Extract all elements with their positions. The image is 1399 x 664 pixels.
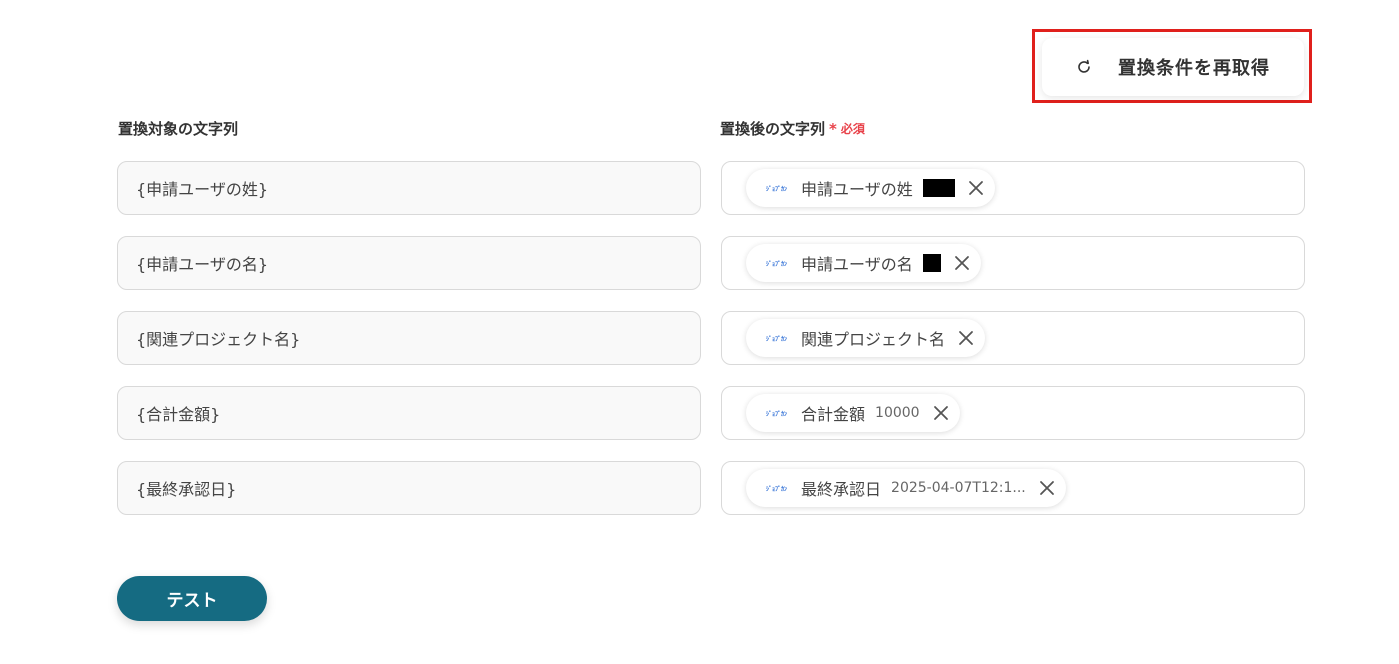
target-field-text: {合計金額}	[136, 405, 221, 424]
refetch-conditions-label: 置換条件を再取得	[1118, 58, 1270, 79]
replacement-field-3[interactable]: ｼﾞｮﾌﾞｶﾝ 関連プロジェクト名	[721, 311, 1305, 365]
replacement-field-1[interactable]: ｼﾞｮﾌﾞｶﾝ 申請ユーザの姓	[721, 161, 1305, 215]
target-field-2[interactable]: {申請ユーザの名}	[117, 236, 701, 290]
target-field-text: {関連プロジェクト名}	[136, 330, 301, 349]
chip-value: 2025-04-07T12:1...	[891, 480, 1026, 496]
chip-label: 申請ユーザの名	[801, 255, 913, 274]
target-column-header: 置換対象の文字列	[118, 118, 238, 139]
app-logo-icon: ｼﾞｮﾌﾞｶﾝ	[766, 485, 788, 493]
chip-label: 関連プロジェクト名	[801, 330, 946, 349]
target-field-1[interactable]: {申請ユーザの姓}	[117, 161, 701, 215]
refetch-conditions-button[interactable]: 置換条件を再取得	[1042, 38, 1304, 96]
target-field-text: {申請ユーザの姓}	[136, 180, 269, 199]
target-field-text: {申請ユーザの名}	[136, 255, 269, 274]
replacement-field-5[interactable]: ｼﾞｮﾌﾞｶﾝ 最終承認日 2025-04-07T12:1...	[721, 461, 1305, 515]
app-logo-icon: ｼﾞｮﾌﾞｶﾝ	[766, 335, 788, 343]
close-icon[interactable]	[967, 179, 985, 197]
app-logo-icon: ｼﾞｮﾌﾞｶﾝ	[766, 260, 788, 268]
target-field-3[interactable]: {関連プロジェクト名}	[117, 311, 701, 365]
redacted-value	[922, 179, 955, 197]
target-column-label: 置換対象の文字列	[118, 120, 239, 138]
replacement-field-4[interactable]: ｼﾞｮﾌﾞｶﾝ 合計金額 10000	[721, 386, 1305, 440]
close-icon[interactable]	[953, 254, 971, 272]
close-icon[interactable]	[932, 404, 950, 422]
test-button[interactable]: テスト	[117, 576, 267, 621]
close-icon[interactable]	[957, 329, 975, 347]
target-field-4[interactable]: {合計金額}	[117, 386, 701, 440]
redacted-value	[922, 254, 941, 272]
refresh-icon	[1076, 59, 1092, 75]
variable-chip[interactable]: ｼﾞｮﾌﾞｶﾝ 関連プロジェクト名	[746, 319, 986, 357]
chip-label: 申請ユーザの姓	[801, 180, 913, 199]
close-icon[interactable]	[1038, 479, 1056, 497]
target-field-5[interactable]: {最終承認日}	[117, 461, 701, 515]
variable-chip[interactable]: ｼﾞｮﾌﾞｶﾝ 申請ユーザの姓	[746, 169, 995, 207]
chip-label: 最終承認日	[801, 480, 882, 499]
replacement-column-label: 置換後の文字列	[720, 120, 826, 138]
required-asterisk: *	[829, 119, 837, 138]
app-logo-icon: ｼﾞｮﾌﾞｶﾝ	[766, 185, 788, 193]
replacement-column-header: 置換後の文字列 * 必須	[720, 118, 865, 139]
variable-chip[interactable]: ｼﾞｮﾌﾞｶﾝ 最終承認日 2025-04-07T12:1...	[746, 469, 1066, 507]
variable-chip[interactable]: ｼﾞｮﾌﾞｶﾝ 合計金額 10000	[746, 394, 960, 432]
app-logo-icon: ｼﾞｮﾌﾞｶﾝ	[766, 410, 788, 418]
variable-chip[interactable]: ｼﾞｮﾌﾞｶﾝ 申請ユーザの名	[746, 244, 981, 282]
target-field-text: {最終承認日}	[136, 480, 237, 499]
required-label: 必須	[840, 122, 865, 136]
replacement-field-2[interactable]: ｼﾞｮﾌﾞｶﾝ 申請ユーザの名	[721, 236, 1305, 290]
chip-label: 合計金額	[801, 405, 866, 424]
chip-value: 10000	[875, 405, 920, 421]
